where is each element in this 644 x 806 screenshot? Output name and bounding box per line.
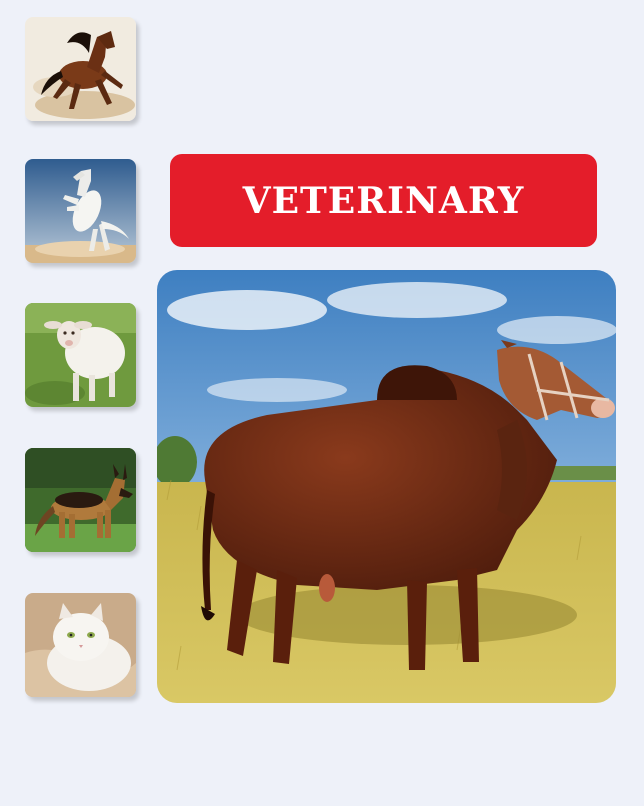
cat-image <box>25 593 136 697</box>
sheep-thumbnail <box>25 303 136 407</box>
bull-hero-image <box>157 270 616 703</box>
brown-horse-thumbnail <box>25 17 136 121</box>
white-horse-image <box>25 159 136 263</box>
page-title: VETERINARY <box>242 179 525 222</box>
dog-image <box>25 448 136 552</box>
bull-image <box>157 270 616 703</box>
sheep-image <box>25 303 136 407</box>
white-horse-thumbnail <box>25 159 136 263</box>
title-banner: VETERINARY <box>170 154 597 247</box>
cat-thumbnail <box>25 593 136 697</box>
dog-thumbnail <box>25 448 136 552</box>
brown-horse-image <box>25 17 136 121</box>
